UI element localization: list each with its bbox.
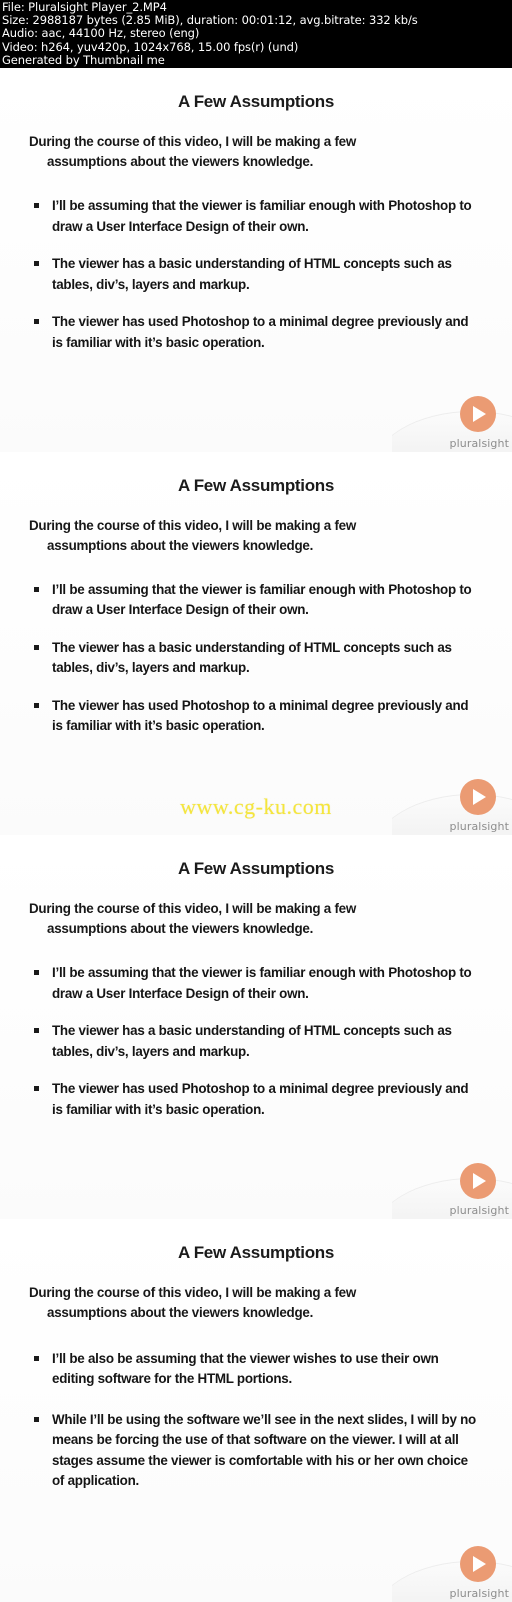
square-bullet-icon: [34, 1416, 39, 1422]
info-line-video: Video: h264, yuv420p, 1024x768, 15.00 fp…: [2, 39, 299, 54]
slide-canvas: A Few Assumptions During the course of t…: [0, 835, 512, 1219]
slide-intro-line-1: During the course of this video, I will …: [29, 517, 357, 533]
video-thumbnail-frame[interactable]: A Few Assumptions During the course of t…: [0, 835, 512, 1219]
slide-title: A Few Assumptions: [177, 859, 335, 878]
pluralsight-logo: pluralsight: [392, 1540, 512, 1602]
slide-bullet-text: While I’ll be using the software we’ll s…: [52, 1411, 476, 1489]
slide-bullet-item: The viewer has a basic understanding of …: [34, 254, 478, 295]
slide-bullet-item: The viewer has used Photoshop to a minim…: [34, 312, 478, 353]
slide-title: A Few Assumptions: [177, 475, 335, 495]
square-bullet-icon: [34, 1028, 39, 1033]
slide-bullet-text: I’ll be assuming that the viewer is fami…: [52, 198, 472, 234]
slide-bullet-list: I’ll be assuming that the viewer is fami…: [34, 580, 478, 737]
slide-bullet-text: The viewer has a basic understanding of …: [52, 256, 452, 292]
square-bullet-icon: [34, 970, 39, 975]
slide-title: A Few Assumptions: [177, 1242, 335, 1262]
slide-title: A Few Assumptions: [177, 92, 335, 111]
slide-bullet-text: The viewer has a basic understanding of …: [52, 1023, 452, 1059]
slide-bullet-item: I’ll be also be assuming that the viewer…: [34, 1349, 478, 1390]
square-bullet-icon: [34, 203, 39, 208]
slide-bullet-list: I’ll be also be assuming that the viewer…: [34, 1349, 478, 1512]
slide-intro: During the course of this video, I will …: [29, 516, 449, 556]
play-button-icon: [460, 1162, 496, 1199]
slide-bullet-list: I’ll be assuming that the viewer is fami…: [34, 196, 478, 353]
slide-bullet-item: While I’ll be using the software we’ll s…: [34, 1410, 478, 1492]
slide-intro: During the course of this video, I will …: [29, 1283, 449, 1323]
slide-intro-line-2: assumptions about the viewers knowledge.: [47, 154, 314, 169]
slide-bullet-item: The viewer has a basic understanding of …: [34, 1021, 478, 1062]
pluralsight-logo: pluralsight: [392, 1157, 512, 1219]
slide-bullet-item: I’ll be assuming that the viewer is fami…: [34, 580, 478, 621]
video-thumbnail-frame[interactable]: A Few Assumptions During the course of t…: [0, 451, 512, 835]
site-watermark: www.cg-ku.com: [180, 793, 332, 819]
video-info-header: File: Pluralsight Player_2.MP4 Size: 298…: [0, 0, 512, 68]
slide-bullet-item: The viewer has used Photoshop to a minim…: [34, 1079, 478, 1120]
logo-swoosh-shape: [392, 1173, 512, 1219]
play-triangle-icon: [473, 405, 486, 422]
square-bullet-icon: [34, 261, 39, 266]
slide-canvas: A Few Assumptions During the course of t…: [0, 1218, 512, 1602]
info-line-audio: Audio: aac, 44100 Hz, stereo (eng): [2, 26, 200, 41]
play-button-icon: [460, 395, 496, 432]
brand-name-label: pluralsight: [449, 1587, 509, 1600]
square-bullet-icon: [34, 1086, 39, 1091]
slide-bullet-text: The viewer has used Photoshop to a minim…: [52, 1081, 469, 1117]
square-bullet-icon: [34, 702, 39, 708]
slide-intro-line-1: During the course of this video, I will …: [29, 134, 357, 149]
slide-bullet-text: I’ll be assuming that the viewer is fami…: [52, 581, 472, 618]
square-bullet-icon: [34, 644, 39, 650]
square-bullet-icon: [34, 586, 39, 592]
slide-intro-line-1: During the course of this video, I will …: [29, 901, 357, 916]
slide-intro-line-1: During the course of this video, I will …: [29, 1284, 357, 1300]
pluralsight-logo: pluralsight: [392, 390, 512, 452]
slide-bullet-list: I’ll be assuming that the viewer is fami…: [34, 963, 478, 1120]
play-triangle-icon: [473, 1172, 486, 1189]
slide-bullet-text: The viewer has a basic understanding of …: [52, 639, 452, 676]
brand-name-label: pluralsight: [449, 436, 509, 450]
video-thumbnail-frame[interactable]: A Few Assumptions During the course of t…: [0, 1218, 512, 1602]
brand-name-label: pluralsight: [449, 820, 509, 833]
logo-swoosh-shape: [392, 1556, 512, 1602]
slide-canvas: A Few Assumptions During the course of t…: [0, 68, 512, 452]
play-triangle-icon: [473, 1556, 486, 1572]
slide-intro-line-2: assumptions about the viewers knowledge.: [47, 1304, 314, 1320]
info-line-generator: Generated by Thumbnail me: [2, 52, 165, 67]
video-thumbnail-frame[interactable]: A Few Assumptions During the course of t…: [0, 68, 512, 452]
slide-intro-line-2: assumptions about the viewers knowledge.: [47, 921, 314, 936]
slide-bullet-text: The viewer has used Photoshop to a minim…: [52, 697, 469, 734]
slide-bullet-item: I’ll be assuming that the viewer is fami…: [34, 196, 478, 237]
slide-intro: During the course of this video, I will …: [29, 132, 449, 172]
slide-bullet-item: The viewer has used Photoshop to a minim…: [34, 696, 478, 737]
slide-bullet-item: I’ll be assuming that the viewer is fami…: [34, 963, 478, 1004]
slide-bullet-item: The viewer has a basic understanding of …: [34, 638, 478, 679]
slide-bullet-text: The viewer has used Photoshop to a minim…: [52, 314, 469, 350]
play-button-icon: [460, 1546, 496, 1582]
brand-name-label: pluralsight: [449, 1203, 509, 1217]
logo-swoosh-shape: [392, 406, 512, 452]
square-bullet-icon: [34, 319, 39, 324]
slide-canvas: A Few Assumptions During the course of t…: [0, 451, 512, 835]
slide-intro-line-2: assumptions about the viewers knowledge.: [47, 537, 314, 553]
slide-bullet-text: I’ll be also be assuming that the viewer…: [52, 1350, 439, 1387]
thumbnail-contact-sheet: A Few Assumptions During the course of t…: [0, 68, 512, 1602]
slide-intro: During the course of this video, I will …: [29, 899, 449, 939]
slide-bullet-text: I’ll be assuming that the viewer is fami…: [52, 965, 472, 1001]
square-bullet-icon: [34, 1355, 39, 1361]
